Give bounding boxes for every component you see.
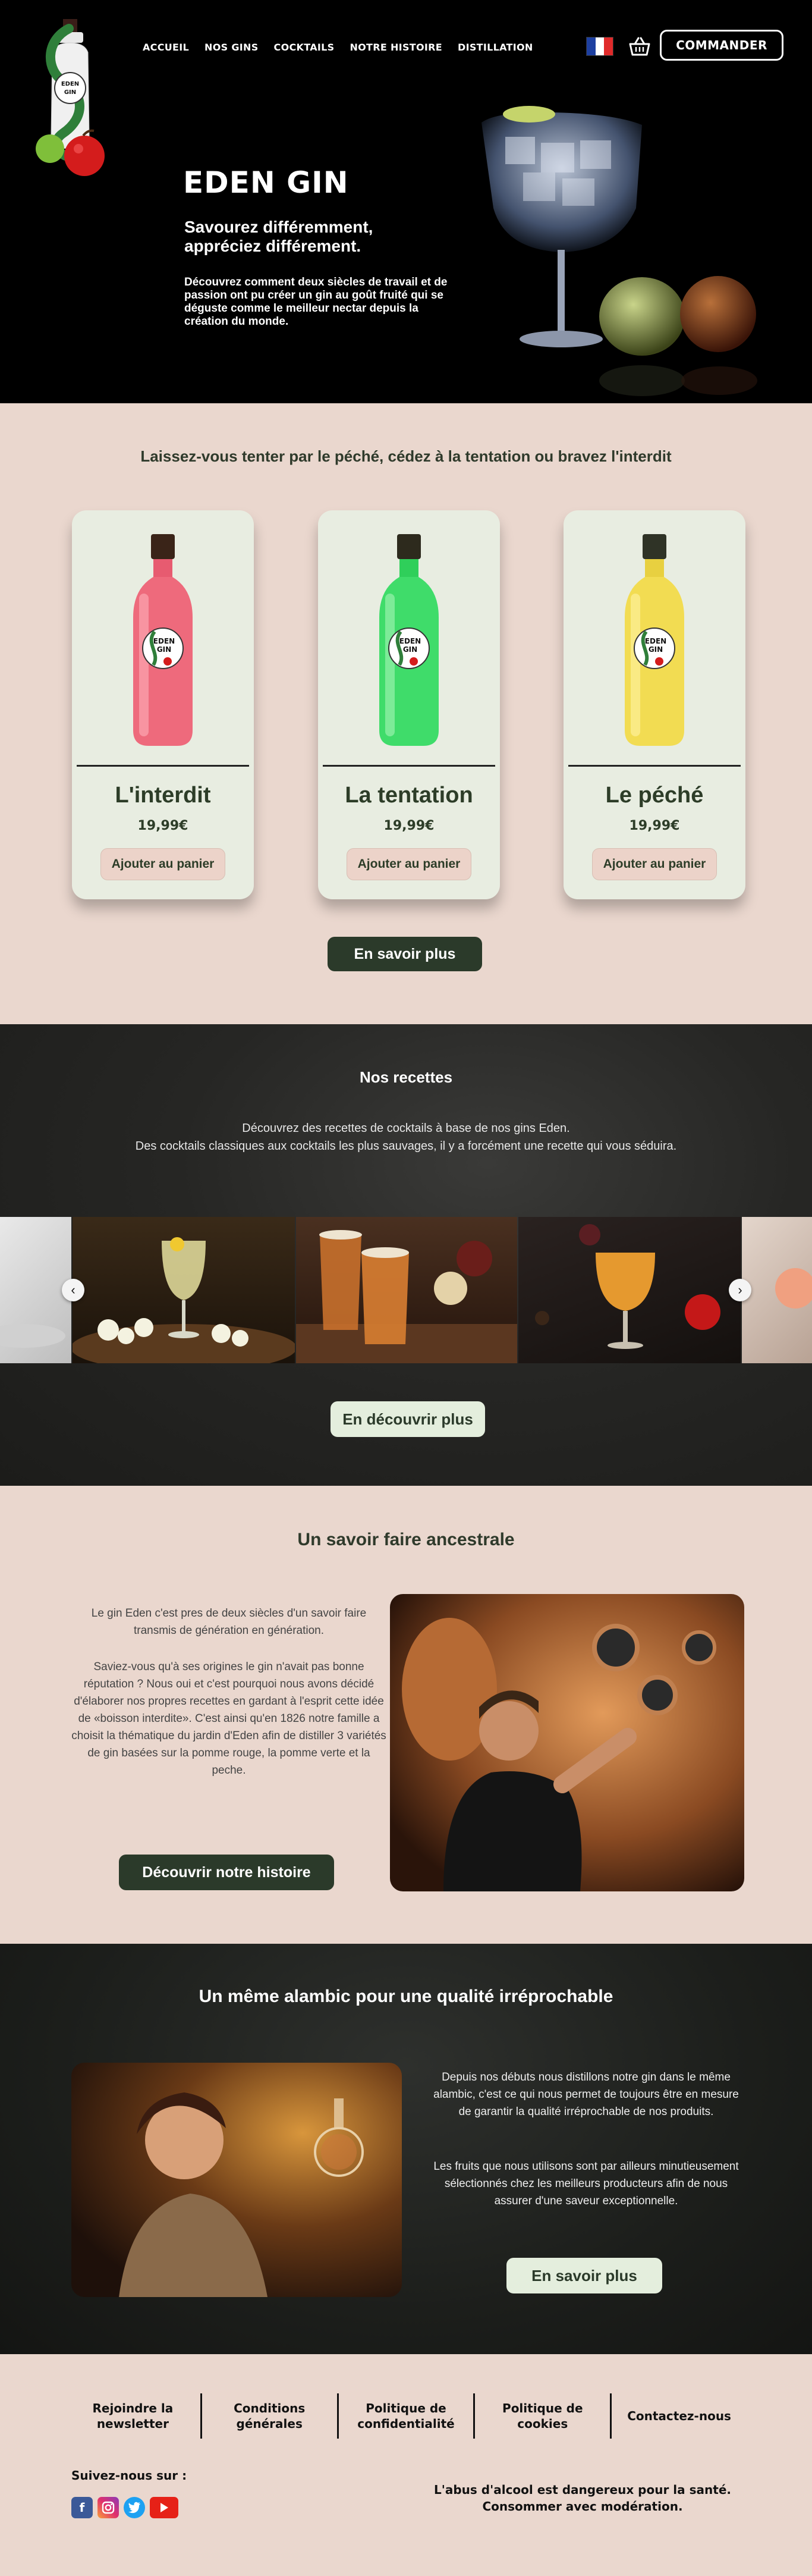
recipes-carousel: ‹ ›	[0, 1217, 812, 1363]
recipes-heading: Nos recettes	[359, 1068, 453, 1086]
follow-us-label: Suivez-nous sur :	[71, 2468, 187, 2483]
product-price: 19,99€	[629, 818, 680, 833]
product-name: Le péché	[605, 783, 704, 808]
add-to-cart-button[interactable]: Ajouter au panier	[100, 848, 225, 880]
cocktail-slide[interactable]	[742, 1217, 812, 1363]
add-to-cart-button[interactable]: Ajouter au panier	[592, 848, 717, 880]
warning-line-2: Consommer avec modération.	[482, 2499, 683, 2514]
alambic-more-button[interactable]: En savoir plus	[506, 2258, 662, 2293]
svg-text:GIN: GIN	[157, 645, 171, 654]
svg-text:GIN: GIN	[64, 89, 76, 96]
bottle-tentation-image[interactable]: EDEN GIN	[377, 534, 441, 748]
product-card-tentation: EDEN GIN La tentation 19,99€ Ajouter au …	[318, 510, 500, 899]
distiller-photo	[390, 1594, 744, 1891]
svg-text:GIN: GIN	[403, 645, 417, 654]
product-name: L'interdit	[115, 783, 211, 808]
hero-title: EDEN GIN	[183, 165, 349, 200]
cocktail-slide[interactable]	[296, 1217, 517, 1363]
eden-gin-logo[interactable]: EDEN GIN	[27, 17, 117, 183]
savoir-heading: Un savoir faire ancestrale	[297, 1530, 515, 1549]
woman-tasting-photo	[71, 2063, 402, 2297]
facebook-icon[interactable]: f	[71, 2497, 93, 2518]
footer-links: Rejoindre la newsletter Conditions génér…	[65, 2393, 747, 2439]
alambic-paragraph-2: Les fruits que nous utilisons sont par a…	[433, 2160, 739, 2207]
hero-section: EDEN GIN ACCUEIL NOS GINS COCKTAILS NOTR…	[0, 0, 812, 403]
svg-text:GIN: GIN	[649, 645, 663, 654]
nav-cocktails[interactable]: COCKTAILS	[274, 42, 335, 53]
twitter-icon[interactable]	[124, 2497, 145, 2518]
product-price: 19,99€	[137, 818, 188, 833]
hero-description: Découvrez comment deux siècles de travai…	[184, 276, 448, 328]
youtube-icon[interactable]	[150, 2497, 178, 2518]
gins-more-button[interactable]: En savoir plus	[328, 937, 482, 971]
nav-nos-gins[interactable]: NOS GINS	[204, 42, 259, 53]
gins-heading: Laissez-vous tenter par le péché, cédez …	[140, 447, 672, 465]
card-divider	[77, 765, 249, 767]
bottle-interdit-image[interactable]: EDEN GIN	[131, 534, 195, 748]
savoir-paragraph-2: Saviez-vous qu'à ses origines le gin n'a…	[71, 1661, 386, 1777]
recipes-description: Découvrez des recettes de cocktails à ba…	[0, 1119, 812, 1155]
cocktail-slide[interactable]	[73, 1217, 295, 1363]
order-button[interactable]: COMMANDER	[660, 30, 783, 61]
product-card-peche: EDEN GIN Le péché 19,99€ Ajouter au pani…	[564, 510, 745, 899]
savoir-faire-section: Un savoir faire ancestrale Le gin Eden c…	[0, 1486, 812, 1944]
footer-link-conditions[interactable]: Conditions générales	[202, 2393, 339, 2439]
france-flag-icon[interactable]	[586, 37, 613, 56]
alambic-paragraph-1: Depuis nos débuts nous distillons notre …	[433, 2071, 739, 2118]
nav-notre-histoire[interactable]: NOTRE HISTOIRE	[350, 42, 442, 53]
social-links: f	[71, 2497, 178, 2518]
arrow-right-icon[interactable]: ›	[729, 1279, 751, 1301]
gins-section: Laissez-vous tenter par le péché, cédez …	[0, 403, 812, 1024]
story-button[interactable]: Découvrir notre histoire	[119, 1855, 334, 1890]
warning-line-1: L'abus d'alcool est dangereux pour la sa…	[434, 2483, 731, 2497]
basket-icon[interactable]	[628, 36, 652, 57]
product-price: 19,99€	[383, 818, 435, 833]
footer: Rejoindre la newsletter Conditions génér…	[0, 2354, 812, 2576]
recipes-line-1: Découvrez des recettes de cocktails à ba…	[242, 1122, 570, 1135]
savoir-paragraph-1: Le gin Eden c'est pres de deux siècles d…	[91, 1607, 367, 1637]
product-name: La tentation	[345, 783, 473, 808]
main-nav: ACCUEIL NOS GINS COCKTAILS NOTRE HISTOIR…	[143, 42, 533, 53]
gin-glass-image	[481, 106, 757, 396]
alcohol-warning: L'abus d'alcool est dangereux pour la sa…	[416, 2481, 749, 2515]
recipes-section: Nos recettes Découvrez des recettes de c…	[0, 1024, 812, 1486]
footer-link-contact[interactable]: Contactez-nous	[612, 2393, 747, 2439]
card-divider	[568, 765, 741, 767]
svg-text:EDEN: EDEN	[645, 637, 666, 645]
add-to-cart-button[interactable]: Ajouter au panier	[347, 848, 471, 880]
svg-text:EDEN: EDEN	[61, 81, 79, 87]
instagram-icon[interactable]	[97, 2497, 119, 2518]
cocktail-slide[interactable]	[518, 1217, 741, 1363]
nav-accueil[interactable]: ACCUEIL	[143, 42, 189, 53]
recipes-more-button[interactable]: En découvrir plus	[331, 1401, 485, 1437]
footer-link-cookies[interactable]: Politique de cookies	[475, 2393, 612, 2439]
hero-subtitle: Savourez différemment, appréciez différe…	[184, 218, 373, 255]
recipes-line-2: Des cocktails classiques aux cocktails l…	[135, 1140, 677, 1153]
product-card-interdit: EDEN GIN L'interdit 19,99€ Ajouter au pa…	[72, 510, 254, 899]
footer-link-newsletter[interactable]: Rejoindre la newsletter	[65, 2393, 202, 2439]
svg-text:EDEN: EDEN	[399, 637, 421, 645]
bottle-peche-image[interactable]: EDEN GIN	[622, 534, 687, 748]
svg-text:EDEN: EDEN	[153, 637, 175, 645]
alambic-heading: Un même alambic pour une qualité irrépro…	[199, 1987, 613, 2006]
cocktail-slide[interactable]	[0, 1217, 71, 1363]
alambic-section: Un même alambic pour une qualité irrépro…	[0, 1944, 812, 2354]
card-divider	[323, 765, 495, 767]
nav-distillation[interactable]: DISTILLATION	[458, 42, 533, 53]
footer-link-confidentialite[interactable]: Politique de confidentialité	[339, 2393, 476, 2439]
arrow-left-icon[interactable]: ‹	[62, 1279, 84, 1301]
